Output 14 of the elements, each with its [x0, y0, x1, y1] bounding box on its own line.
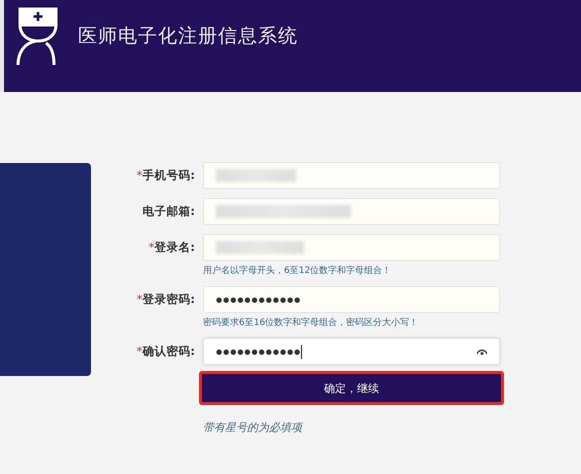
field-label: *登录名: — [148, 240, 196, 255]
field-label: 电子邮箱: — [141, 204, 196, 219]
submit-button[interactable]: 确定，继续 — [199, 371, 504, 405]
field-label: *确认密码: — [136, 344, 196, 359]
required-note: 带有星号的为必填项 — [203, 420, 304, 435]
field-hint: 密码要求6至16位数字和字母组合，密码区分大小写！ — [203, 316, 420, 329]
app-title: 医师电子化注册信息系统 — [78, 24, 298, 49]
field-label: *手机号码: — [136, 168, 196, 183]
field-label: *登录密码: — [136, 292, 196, 307]
eye-icon[interactable] — [477, 348, 487, 354]
input-field[interactable] — [203, 198, 500, 225]
input-field[interactable] — [203, 162, 500, 189]
input-field[interactable] — [203, 234, 500, 261]
field-hint: 用户名以字母开头，6至12位数字和字母组合！ — [203, 264, 392, 277]
